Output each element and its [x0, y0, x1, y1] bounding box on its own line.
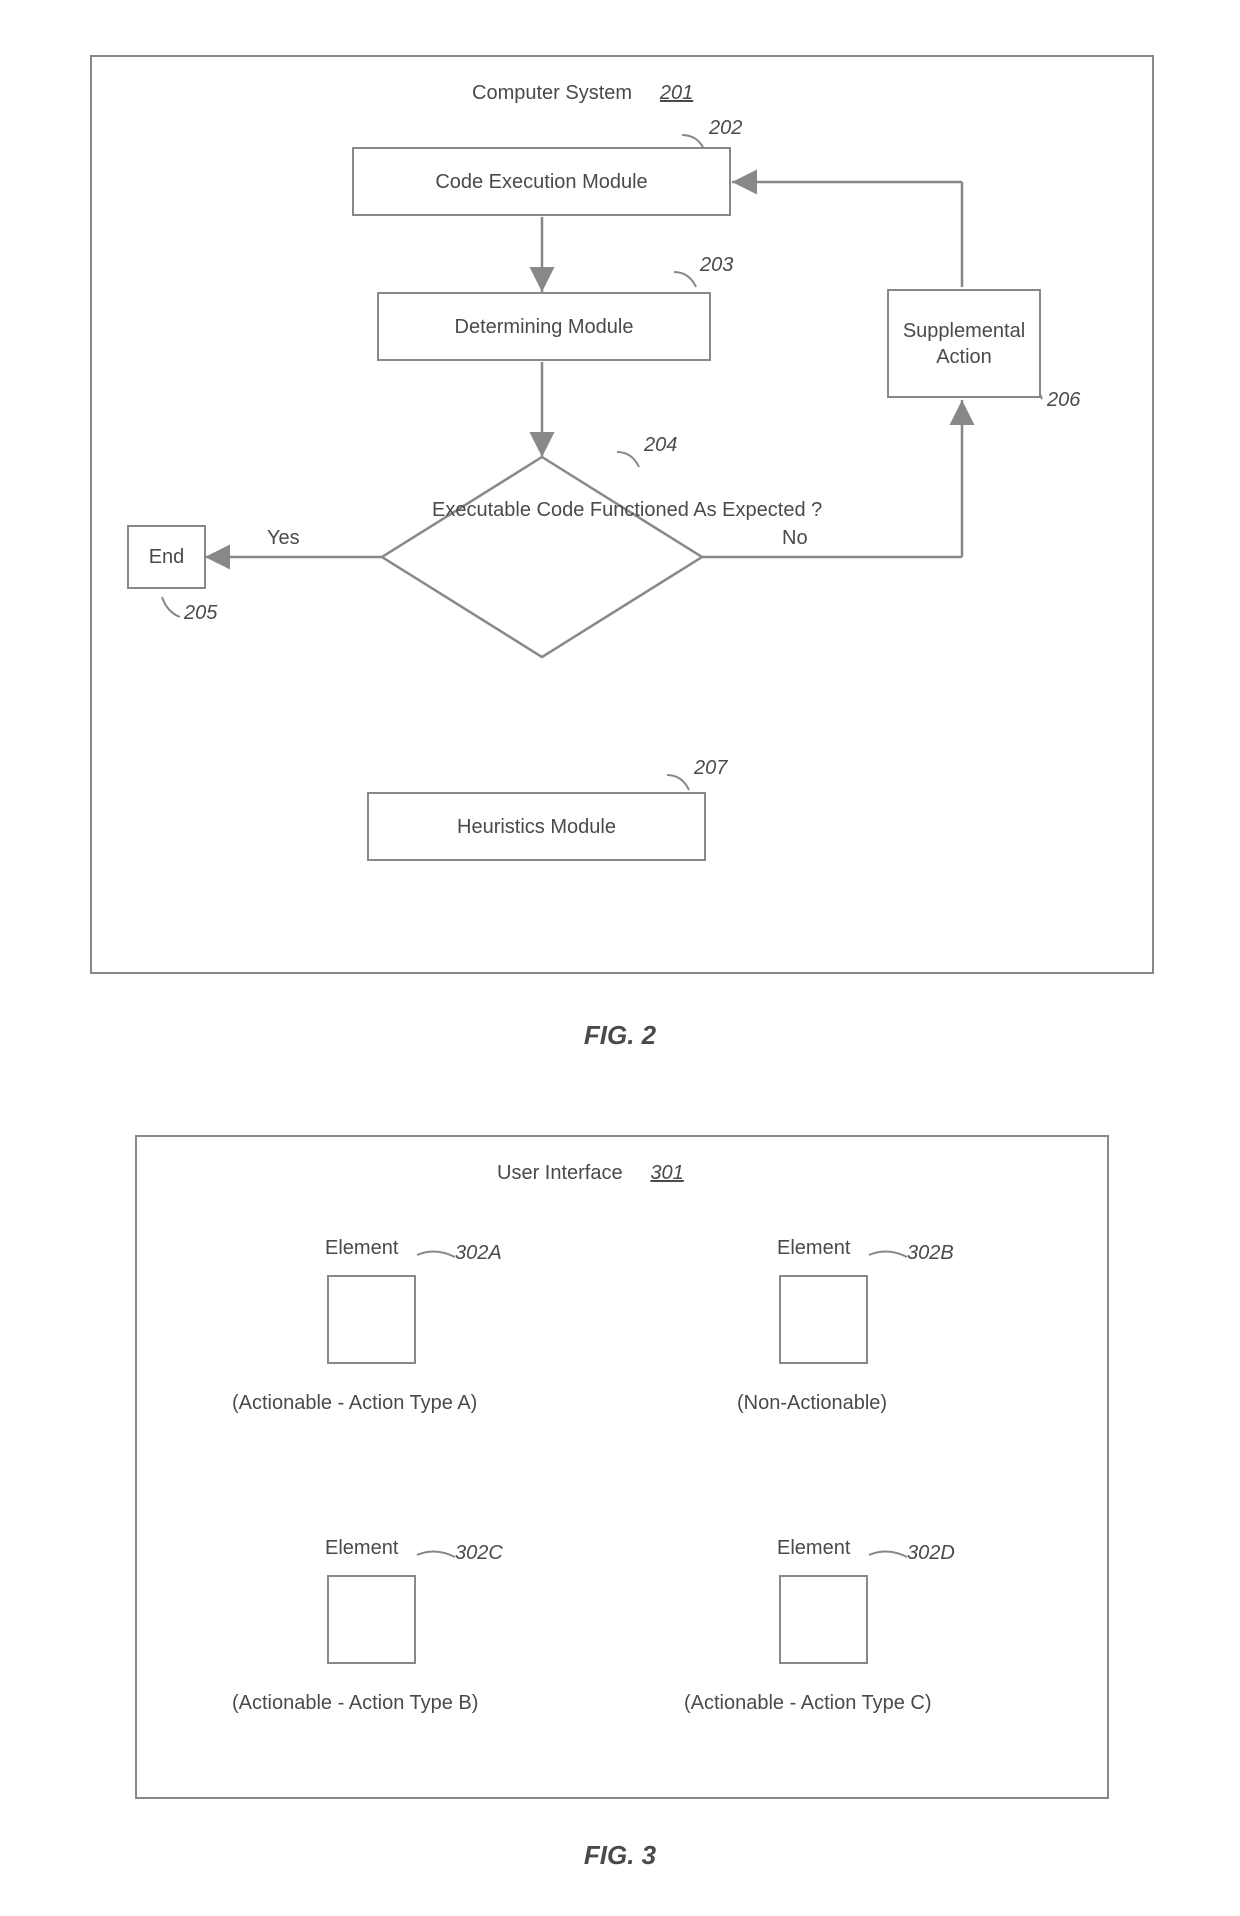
el-b-ref: 302B	[907, 1242, 954, 1265]
node-code-exec-label: Code Execution Module	[435, 169, 647, 195]
node-code-exec: Code Execution Module	[352, 147, 731, 216]
fig3-panel: User Interface 301 Element 302A (Actiona…	[135, 1135, 1109, 1799]
el-c-cap: (Actionable - Action Type B)	[232, 1692, 478, 1715]
el-c-label: Element	[325, 1537, 398, 1560]
el-d-cap: (Actionable - Action Type C)	[684, 1692, 932, 1715]
node-heuristics: Heuristics Module	[367, 792, 706, 861]
node-supplemental-label: Supplemental Action	[889, 318, 1039, 370]
el-b-cap: (Non-Actionable)	[737, 1392, 887, 1415]
edge-no: No	[782, 527, 808, 550]
el-a-label: Element	[325, 1237, 398, 1260]
el-a-box	[327, 1275, 416, 1364]
node-supplemental: Supplemental Action	[887, 289, 1041, 398]
fig2-panel: Computer System 201	[90, 55, 1154, 974]
node-end-label: End	[149, 544, 185, 570]
ref-204: 204	[644, 434, 677, 457]
el-b-box	[779, 1275, 868, 1364]
ref-202: 202	[709, 117, 742, 140]
node-determining: Determining Module	[377, 292, 711, 361]
el-b-label: Element	[777, 1237, 850, 1260]
el-d-label: Element	[777, 1537, 850, 1560]
el-a-ref: 302A	[455, 1242, 502, 1265]
fig3-caption: FIG. 3	[0, 1840, 1240, 1871]
node-heuristics-label: Heuristics Module	[457, 814, 616, 840]
ref-205: 205	[184, 602, 217, 625]
node-determining-label: Determining Module	[455, 314, 634, 340]
el-c-ref: 302C	[455, 1542, 503, 1565]
ref-206: 206	[1047, 389, 1080, 412]
ref-207: 207	[694, 757, 727, 780]
fig2-caption: FIG. 2	[0, 1020, 1240, 1051]
node-end: End	[127, 525, 206, 589]
el-a-cap: (Actionable - Action Type A)	[232, 1392, 477, 1415]
node-decision: Executable Code Functioned As Expected ?	[432, 497, 652, 524]
el-d-ref: 302D	[907, 1542, 955, 1565]
node-decision-label: Executable Code Functioned As Expected ?	[432, 499, 822, 521]
el-d-box	[779, 1575, 868, 1664]
el-c-box	[327, 1575, 416, 1664]
ref-203: 203	[700, 254, 733, 277]
edge-yes: Yes	[267, 527, 300, 550]
